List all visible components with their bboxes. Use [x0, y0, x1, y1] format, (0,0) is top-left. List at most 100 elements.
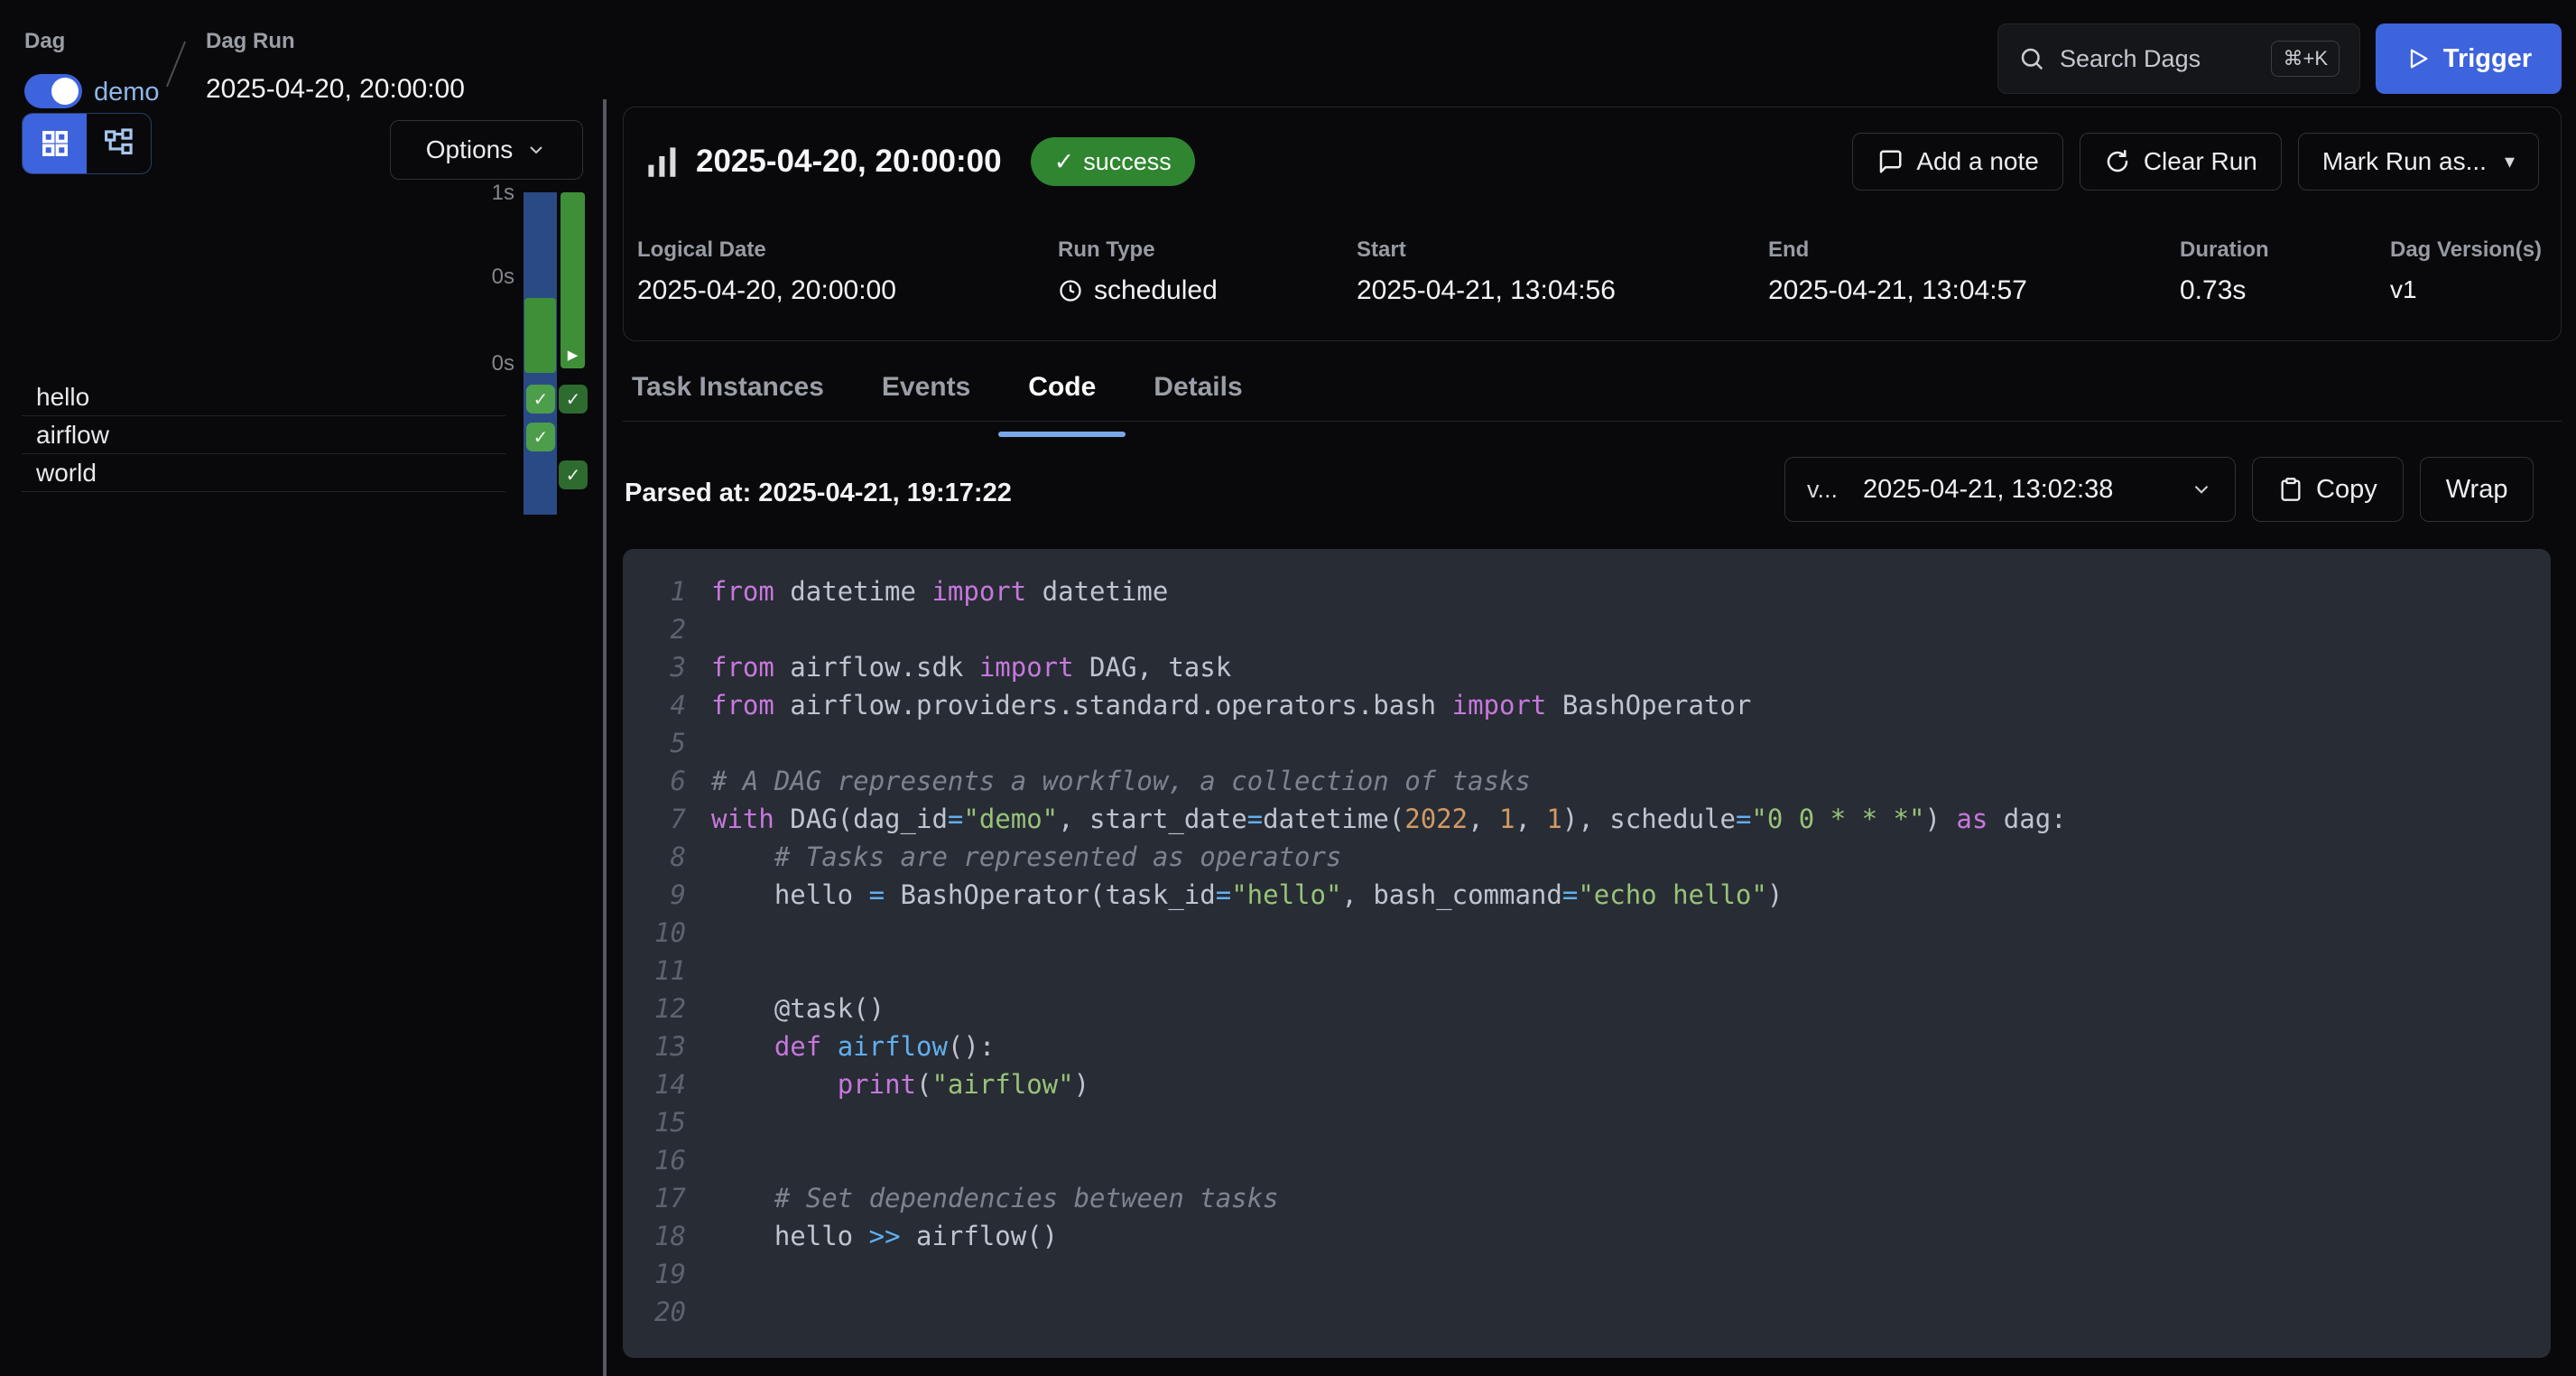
logical-date-field: Logical Date2025-04-20, 20:00:00	[637, 237, 1058, 306]
options-label: Options	[426, 135, 514, 164]
tab-code[interactable]: Code	[1028, 372, 1096, 423]
tab-task-instances[interactable]: Task Instances	[632, 372, 824, 423]
code-token: import	[1452, 686, 1547, 724]
task-world-run2-status[interactable]: ✓	[559, 460, 588, 489]
options-button[interactable]: Options	[390, 120, 583, 180]
trigger-button[interactable]: Trigger	[2376, 23, 2562, 94]
panel-resize-handle[interactable]	[603, 99, 607, 1376]
tab-details[interactable]: Details	[1154, 372, 1242, 423]
line-number: 14	[650, 1065, 686, 1103]
code-token: # A DAG represents a workflow, a collect…	[711, 762, 1531, 800]
code-line: 16	[650, 1141, 2551, 1179]
top-nav: Dag demo Dag Run 2025-04-20, 20:00:00 Se…	[0, 0, 2576, 99]
task-label-world[interactable]: world	[36, 459, 97, 488]
field-label: Start	[1357, 237, 1768, 263]
line-number: 10	[650, 914, 686, 952]
line-number: 8	[650, 838, 686, 876]
start-field: Start2025-04-21, 13:04:56	[1357, 237, 1768, 306]
code-token: datetime	[774, 572, 932, 610]
code-line: 1from datetime import datetime	[650, 572, 2551, 610]
line-number: 12	[650, 990, 686, 1027]
line-number: 4	[650, 686, 686, 724]
wrap-label: Wrap	[2446, 475, 2508, 505]
code-token: ():	[948, 1027, 995, 1065]
button-label: Mark Run as...	[2322, 147, 2487, 176]
code-token	[711, 1065, 838, 1103]
clipboard-icon	[2278, 477, 2303, 502]
code-line: 10	[650, 914, 2551, 952]
play-icon: ▶	[561, 347, 585, 363]
code-token: )	[1767, 876, 1783, 914]
code-token: DAG(dag_id	[774, 800, 948, 838]
code-line: 15	[650, 1103, 2551, 1141]
dag-code-viewer[interactable]: 1from datetime import datetime23from air…	[623, 549, 2551, 1358]
add-a-note-button[interactable]: Add a note	[1852, 133, 2062, 191]
mark-run-as-button[interactable]: Mark Run as...▾	[2298, 133, 2539, 191]
tab-events[interactable]: Events	[882, 372, 970, 423]
clock-icon	[1058, 278, 1083, 303]
dag-run-breadcrumb-label: Dag Run	[206, 29, 295, 54]
dag-breadcrumb-label: Dag	[24, 29, 65, 54]
line-number: 13	[650, 1027, 686, 1065]
field-value: 2025-04-21, 13:04:57	[1768, 275, 2180, 306]
graph-view-button[interactable]	[87, 114, 151, 173]
code-token: =	[1736, 800, 1751, 838]
button-label: Add a note	[1916, 147, 2038, 176]
trigger-label: Trigger	[2443, 44, 2532, 74]
status-label: success	[1083, 148, 1172, 176]
dag-version-select[interactable]: v... 2025-04-21, 13:02:38	[1784, 457, 2236, 522]
task-hello-run1-status[interactable]: ✓	[526, 385, 555, 414]
code-token: )	[1074, 1065, 1089, 1103]
search-dags-button[interactable]: Search Dags ⌘+K	[1997, 23, 2360, 94]
line-number: 17	[650, 1179, 686, 1217]
code-token	[711, 1027, 774, 1065]
task-label-hello[interactable]: hello	[36, 383, 89, 412]
code-line: 5	[650, 724, 2551, 762]
field-label: Run Type	[1058, 237, 1357, 263]
code-line: 14 print("airflow")	[650, 1065, 2551, 1103]
line-number: 1	[650, 572, 686, 610]
parsed-at-text: Parsed at: 2025-04-21, 19:17:22	[625, 479, 1012, 508]
line-number: 19	[650, 1255, 686, 1293]
field-value-text: 0.73s	[2180, 275, 2246, 306]
code-token: "demo"	[963, 800, 1058, 838]
task-airflow-run1-status[interactable]: ✓	[526, 423, 555, 451]
code-token: as	[1956, 800, 1988, 838]
run-duration-bar[interactable]	[524, 298, 556, 373]
run-duration-bar[interactable]: ▶	[561, 192, 585, 368]
code-line: 11	[650, 952, 2551, 990]
row-separator	[22, 453, 505, 454]
code-line: 9 hello = BashOperator(task_id="hello", …	[650, 876, 2551, 914]
code-token: 1	[1499, 800, 1515, 838]
version-prefix: v...	[1807, 476, 1838, 504]
copy-button[interactable]: Copy	[2252, 457, 2404, 522]
tab-bar: Task Instances Events Code Details	[623, 372, 1243, 423]
code-line: 4from airflow.providers.standard.operato…	[650, 686, 2551, 724]
run-actions: Add a note Clear Run Mark Run as...▾	[1852, 133, 2539, 191]
code-token	[821, 1027, 837, 1065]
code-line: 17 # Set dependencies between tasks	[650, 1179, 2551, 1217]
task-hello-run2-status[interactable]: ✓	[559, 385, 588, 414]
graph-icon	[104, 128, 134, 159]
check-icon: ✓	[1054, 148, 1075, 176]
chevron-down-icon	[2190, 478, 2213, 501]
run-type-field: Run Type scheduled	[1058, 237, 1357, 306]
grid-view-button[interactable]	[23, 114, 87, 173]
field-value: 0.73s	[2180, 275, 2390, 306]
line-number: 9	[650, 876, 686, 914]
wrap-button[interactable]: Wrap	[2420, 457, 2534, 522]
line-number: 3	[650, 648, 686, 686]
clear-run-button[interactable]: Clear Run	[2080, 133, 2282, 191]
field-value: scheduled	[1058, 275, 1357, 306]
field-value-text: 2025-04-21, 13:04:57	[1768, 275, 2027, 306]
code-token: from	[711, 648, 774, 686]
chevron-down-icon	[525, 139, 547, 161]
dag-version-s-field: Dag Version(s)v1	[2390, 237, 2542, 306]
code-token: hello	[711, 1217, 869, 1255]
code-token: hello	[711, 876, 869, 914]
note-icon	[1876, 148, 1904, 175]
code-token: )	[1924, 800, 1956, 838]
task-label-airflow[interactable]: airflow	[36, 421, 109, 450]
code-token: # Set dependencies between tasks	[774, 1179, 1279, 1217]
code-line: 20	[650, 1293, 2551, 1331]
